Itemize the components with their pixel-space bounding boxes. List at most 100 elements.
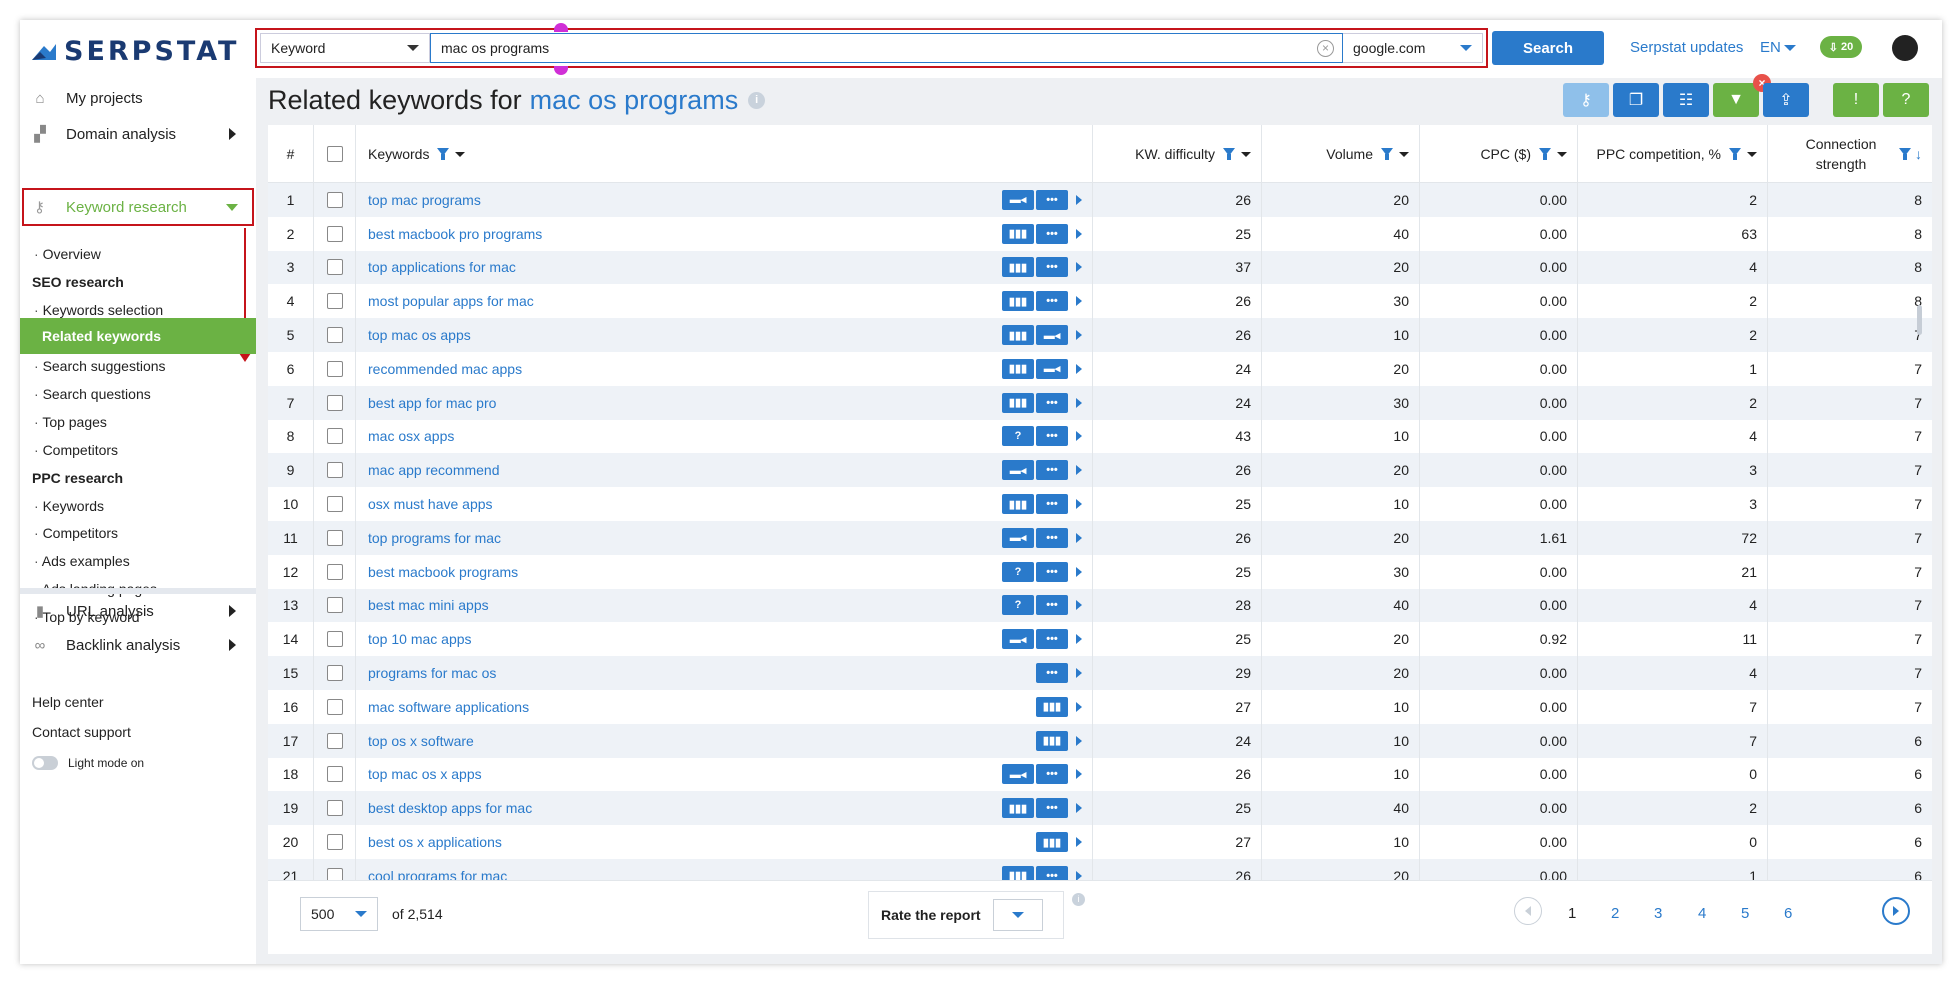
more-icon[interactable]: ••• — [1036, 291, 1068, 312]
sidebar-item-backlink-analysis[interactable]: ∞ Backlink analysis — [20, 625, 256, 665]
video-icon[interactable]: ▬◂ — [1036, 358, 1068, 379]
keyword-link[interactable]: top os x software — [368, 733, 474, 749]
video-icon[interactable]: ▬◂ — [1002, 460, 1034, 481]
expand-icon[interactable] — [1076, 735, 1082, 746]
sort-icon[interactable] — [455, 151, 466, 157]
page-6[interactable]: 6 — [1784, 905, 1792, 922]
more-icon[interactable]: ••• — [1036, 527, 1068, 548]
row-checkbox[interactable] — [326, 225, 343, 242]
keyword-link[interactable]: mac osx apps — [368, 428, 454, 444]
sidebar-sub-keywords-selection[interactable]: Keywords selection — [20, 302, 256, 318]
keyword-link[interactable]: best app for mac pro — [368, 395, 496, 411]
keyword-link[interactable]: mac app recommend — [368, 462, 500, 478]
row-checkbox[interactable] — [326, 191, 343, 208]
key-filter-button[interactable]: ⚷ — [1563, 83, 1609, 117]
keyword-link[interactable]: recommended mac apps — [368, 361, 522, 377]
sidebar-sub-related-keywords[interactable]: Related keywords — [20, 318, 256, 354]
keyword-link[interactable]: top programs for mac — [368, 530, 501, 546]
filter-icon[interactable] — [1899, 148, 1911, 160]
expand-icon[interactable] — [1076, 431, 1082, 442]
keyword-link[interactable]: top mac os apps — [368, 327, 471, 343]
keyword-link[interactable]: cool programs for mac — [368, 868, 507, 880]
sort-icon[interactable] — [1557, 151, 1567, 157]
expand-icon[interactable] — [1076, 634, 1082, 645]
more-icon[interactable]: ••• — [1036, 460, 1068, 481]
row-checkbox[interactable] — [326, 665, 343, 682]
sort-icon[interactable] — [1399, 151, 1409, 157]
filter-button[interactable]: ▼ — [1713, 83, 1759, 117]
stats-icon[interactable]: ▮▮▮ — [1002, 798, 1034, 819]
sidebar-sub-competitors[interactable]: Competitors — [20, 442, 256, 458]
next-page-button[interactable] — [1882, 897, 1910, 925]
sidebar-item-domain-analysis[interactable]: ▞ Domain analysis — [20, 114, 256, 154]
header-ppc-competition[interactable]: PPC competition, % — [1578, 125, 1768, 183]
sort-desc-icon[interactable]: ↓ — [1915, 146, 1922, 162]
question-icon[interactable]: ? — [1002, 561, 1034, 582]
page-3[interactable]: 3 — [1654, 905, 1662, 922]
more-icon[interactable]: ••• — [1036, 561, 1068, 582]
expand-icon[interactable] — [1076, 330, 1082, 341]
stats-icon[interactable]: ▮▮▮ — [1036, 832, 1068, 853]
expand-icon[interactable] — [1076, 532, 1082, 543]
search-engine-select[interactable]: google.com — [1343, 33, 1483, 63]
filter-icon[interactable] — [1539, 148, 1551, 160]
header-keywords[interactable]: Keywords — [356, 125, 1093, 183]
header-difficulty[interactable]: KW. difficulty — [1093, 125, 1262, 183]
avatar[interactable] — [1892, 35, 1918, 61]
more-icon[interactable]: ••• — [1036, 426, 1068, 447]
keyword-link[interactable]: best desktop apps for mac — [368, 800, 532, 816]
more-icon[interactable]: ••• — [1036, 764, 1068, 785]
keyword-link[interactable]: top 10 mac apps — [368, 631, 472, 647]
more-icon[interactable]: ••• — [1036, 223, 1068, 244]
row-checkbox[interactable] — [326, 834, 343, 851]
columns-button[interactable]: ☷ — [1663, 83, 1709, 117]
stats-icon[interactable]: ▮▮▮ — [1002, 392, 1034, 413]
keyword-link[interactable]: best macbook programs — [368, 564, 518, 580]
keyword-link[interactable]: programs for mac os — [368, 665, 496, 681]
header-cpc[interactable]: CPC ($) — [1420, 125, 1578, 183]
row-checkbox[interactable] — [326, 867, 343, 880]
more-icon[interactable]: ••• — [1036, 865, 1068, 880]
question-icon[interactable]: ? — [1002, 595, 1034, 616]
more-icon[interactable]: ••• — [1036, 189, 1068, 210]
more-icon[interactable]: ••• — [1036, 494, 1068, 515]
expand-icon[interactable] — [1076, 769, 1082, 780]
page-2[interactable]: 2 — [1611, 905, 1619, 922]
expand-icon[interactable] — [1076, 194, 1082, 205]
row-checkbox[interactable] — [326, 563, 343, 580]
filter-icon[interactable] — [1729, 148, 1741, 160]
row-checkbox[interactable] — [326, 293, 343, 310]
row-checkbox[interactable] — [326, 428, 343, 445]
row-checkbox[interactable] — [326, 360, 343, 377]
clear-icon[interactable]: × — [1317, 40, 1334, 57]
sidebar-item-my-projects[interactable]: ⌂ My projects — [20, 78, 256, 118]
video-icon[interactable]: ▬◂ — [1002, 527, 1034, 548]
expand-icon[interactable] — [1076, 803, 1082, 814]
keyword-link[interactable]: top mac os x apps — [368, 766, 482, 782]
keyword-link[interactable]: best os x applications — [368, 834, 502, 850]
video-icon[interactable]: ▬◂ — [1002, 764, 1034, 785]
keyword-link[interactable]: best mac mini apps — [368, 597, 489, 613]
sidebar-item-keyword-research[interactable]: ⚷ Keyword research — [22, 188, 254, 226]
sidebar-sub-ppc-keywords[interactable]: Keywords — [20, 498, 256, 514]
row-checkbox[interactable] — [326, 327, 343, 344]
row-checkbox[interactable] — [326, 394, 343, 411]
sidebar-sub-overview[interactable]: Overview — [20, 246, 256, 262]
header-volume[interactable]: Volume — [1262, 125, 1420, 183]
stats-icon[interactable]: ▮▮▮ — [1002, 865, 1034, 880]
more-icon[interactable]: ••• — [1036, 392, 1068, 413]
row-checkbox[interactable] — [326, 597, 343, 614]
export-button[interactable]: ⇪ — [1763, 83, 1809, 117]
prev-page-button[interactable] — [1514, 897, 1542, 925]
row-checkbox[interactable] — [326, 631, 343, 648]
search-button[interactable]: Search — [1492, 31, 1604, 65]
row-checkbox[interactable] — [326, 496, 343, 513]
info-icon[interactable]: i — [1072, 893, 1085, 906]
keyword-link[interactable]: mac software applications — [368, 699, 529, 715]
filter-icon[interactable] — [437, 148, 450, 160]
stats-icon[interactable]: ▮▮▮ — [1002, 257, 1034, 278]
more-icon[interactable]: ••• — [1036, 629, 1068, 650]
stats-icon[interactable]: ▮▮▮ — [1036, 696, 1068, 717]
more-icon[interactable]: ••• — [1036, 663, 1068, 684]
language-select[interactable]: EN — [1760, 39, 1796, 56]
